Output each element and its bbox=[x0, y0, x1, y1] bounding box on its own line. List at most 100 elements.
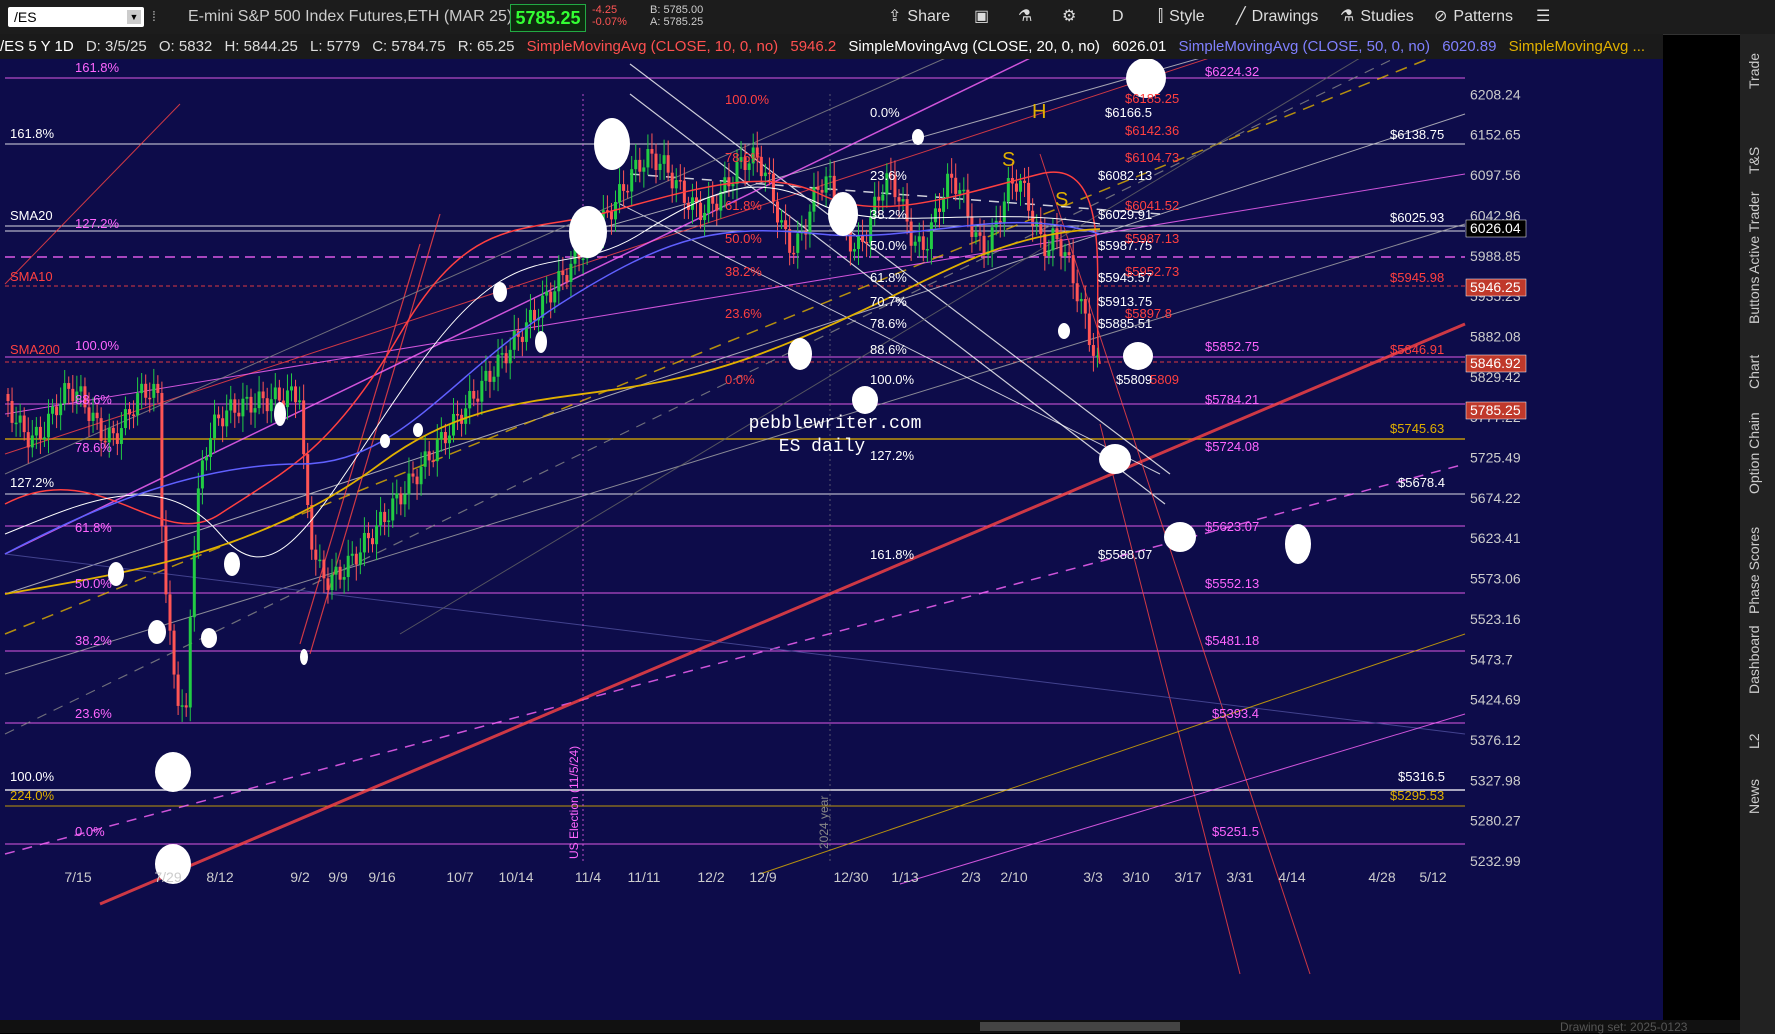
candle-body bbox=[338, 566, 342, 580]
sidebar-tab-active-trader[interactable]: Active Trader bbox=[1746, 192, 1762, 274]
bar-close: C: 5784.75 bbox=[372, 38, 446, 55]
candle-body bbox=[95, 412, 99, 419]
candle-body bbox=[188, 617, 192, 708]
date-axis-label: 9/16 bbox=[368, 869, 395, 885]
candle-body bbox=[990, 227, 994, 252]
candle-body bbox=[788, 229, 792, 253]
fib-right-label: $5393.4 bbox=[1212, 706, 1259, 721]
patterns-button[interactable]: ⊘ Patterns bbox=[1434, 6, 1513, 28]
candle-body bbox=[302, 400, 306, 455]
candle-body bbox=[524, 322, 528, 342]
flask-icon[interactable]: ⚗ bbox=[1018, 6, 1032, 28]
candle-body bbox=[662, 155, 666, 164]
fib-right-label: $5295.53 bbox=[1390, 788, 1444, 803]
pattern-letter: H bbox=[1032, 101, 1046, 123]
fib-right-label: $5784.21 bbox=[1205, 392, 1259, 407]
share-button[interactable]: ⇪ Share bbox=[888, 6, 950, 28]
fib-mid-label: 61.8% bbox=[870, 270, 907, 285]
sidebar-tab-option-chain[interactable]: Option Chain bbox=[1746, 412, 1762, 494]
bar-range: R: 65.25 bbox=[457, 38, 515, 55]
time-scrollbar[interactable] bbox=[0, 1020, 1740, 1033]
period-selector[interactable]: D bbox=[1112, 6, 1124, 28]
pattern-marker bbox=[493, 282, 507, 302]
fib-mid-label: 5809 bbox=[1150, 372, 1179, 387]
scrollbar-thumb[interactable] bbox=[980, 1022, 1180, 1031]
candle-body bbox=[371, 538, 374, 545]
candle-body bbox=[241, 398, 245, 417]
candle-body bbox=[711, 196, 715, 204]
candle-body bbox=[472, 390, 476, 399]
candle-body bbox=[326, 578, 330, 590]
snapshot-icon[interactable]: ▣ bbox=[974, 6, 989, 28]
sidebar-tab-trade[interactable]: Trade bbox=[1746, 53, 1762, 89]
candle-body bbox=[824, 176, 828, 193]
chevron-down-icon[interactable]: ▼ bbox=[127, 10, 141, 24]
candle-body bbox=[411, 473, 415, 477]
candle-body bbox=[650, 148, 654, 154]
candle-body bbox=[375, 525, 379, 545]
sidebar-tab-l2[interactable]: L2 bbox=[1746, 733, 1762, 749]
candle-body bbox=[34, 426, 38, 436]
pattern-marker bbox=[155, 752, 191, 792]
candle-body bbox=[1047, 250, 1051, 257]
studies-button[interactable]: ⚗ Studies bbox=[1340, 6, 1414, 28]
sma50-label[interactable]: SimpleMovingAvg (CLOSE, 50, 0, no) bbox=[1179, 38, 1431, 55]
candle-body bbox=[792, 252, 796, 255]
sma20-label[interactable]: SimpleMovingAvg (CLOSE, 20, 0, no) bbox=[848, 38, 1100, 55]
sidebar-tab-t-s[interactable]: T&S bbox=[1746, 147, 1762, 174]
candle-body bbox=[581, 258, 585, 261]
fib-mid-label: 0.0% bbox=[725, 372, 755, 387]
candle-body bbox=[403, 494, 407, 505]
candle-body bbox=[626, 190, 630, 193]
drawings-button[interactable]: ╱ Drawings bbox=[1236, 6, 1318, 28]
fib-mid-label: $6166.5 bbox=[1105, 105, 1152, 120]
sidebar-tab-dashboard[interactable]: Dashboard bbox=[1746, 626, 1762, 695]
candle-body bbox=[929, 222, 933, 249]
candle-body bbox=[776, 201, 779, 223]
candle-body bbox=[213, 414, 217, 439]
sidebar-tab-phase-scores[interactable]: Phase Scores bbox=[1746, 527, 1762, 614]
candle-body bbox=[512, 330, 516, 350]
candle-body bbox=[419, 466, 423, 485]
symbol-selector[interactable]: /ES ▼ bbox=[8, 7, 144, 27]
link-icon[interactable]: ⁞ bbox=[152, 8, 164, 26]
candle-body bbox=[638, 159, 642, 172]
style-button[interactable]: ⫿ Style bbox=[1158, 6, 1205, 28]
fib-left-label: 100.0% bbox=[10, 769, 55, 784]
change-percent: -0.07% bbox=[592, 16, 627, 28]
price-chart[interactable]: 6264.346208.246152.656097.566042.965988.… bbox=[0, 34, 1663, 1020]
gear-icon[interactable]: ⚙ bbox=[1062, 6, 1076, 28]
sidebar-tab-news[interactable]: News bbox=[1746, 779, 1762, 814]
candle-body bbox=[609, 211, 613, 220]
candle-body bbox=[763, 172, 767, 177]
date-axis-label: 3/31 bbox=[1226, 869, 1253, 885]
fib-left-label: 78.6% bbox=[75, 440, 112, 455]
candle-body bbox=[152, 383, 156, 398]
candle-body bbox=[464, 408, 468, 424]
sma10-label[interactable]: SimpleMovingAvg (CLOSE, 10, 0, no) bbox=[527, 38, 779, 55]
menu-icon[interactable]: ☰ bbox=[1536, 6, 1550, 28]
candle-body bbox=[427, 451, 431, 461]
candle-body bbox=[715, 203, 719, 211]
candle-body bbox=[314, 549, 318, 560]
sma-more-label[interactable]: SimpleMovingAvg ... bbox=[1509, 38, 1645, 55]
pattern-marker bbox=[274, 402, 286, 426]
candle-body bbox=[346, 555, 350, 578]
candle-body bbox=[63, 383, 67, 404]
fib-left-label: SMA200 bbox=[10, 342, 60, 357]
pattern-marker bbox=[535, 331, 547, 353]
candle-body bbox=[334, 566, 338, 575]
bar-open: O: 5832 bbox=[158, 38, 213, 55]
fib-mid-label: 50.0% bbox=[725, 231, 762, 246]
sidebar-tab-buttons[interactable]: Buttons bbox=[1746, 277, 1762, 324]
candle-body bbox=[962, 189, 966, 192]
candle-body bbox=[488, 370, 492, 382]
sidebar-tab-chart[interactable]: Chart bbox=[1746, 355, 1762, 389]
candle-body bbox=[771, 173, 775, 202]
candle-body bbox=[861, 235, 865, 242]
candle-body bbox=[1083, 298, 1087, 314]
price-axis-label: 6152.65 bbox=[1470, 127, 1521, 143]
candle-body bbox=[658, 163, 662, 171]
fib-right-label: $6224.32 bbox=[1205, 64, 1259, 79]
pattern-marker bbox=[201, 628, 217, 648]
